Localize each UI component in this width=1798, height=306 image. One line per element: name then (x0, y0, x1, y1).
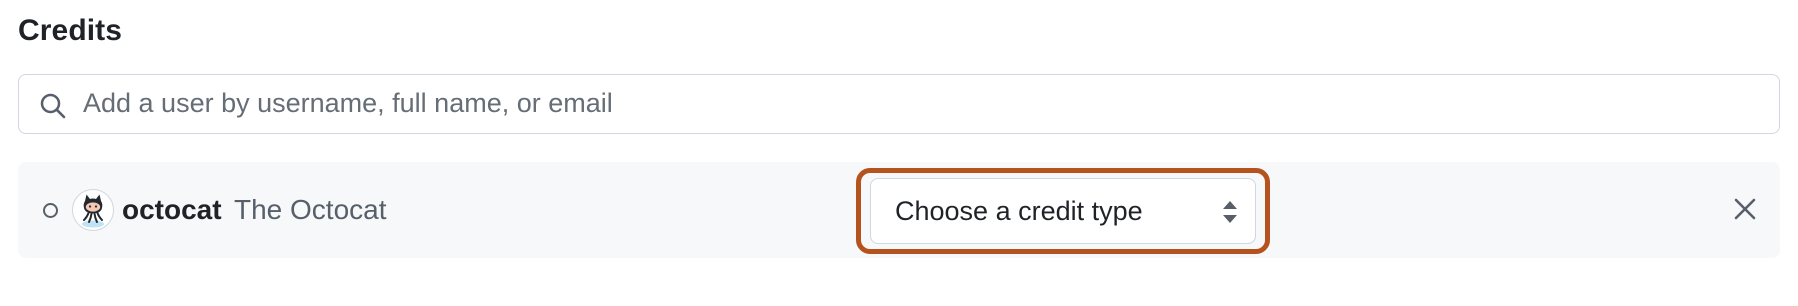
user-search-box[interactable] (18, 74, 1780, 134)
section-title: Credits (18, 14, 123, 47)
circle-outline-icon (43, 203, 58, 218)
credit-username[interactable]: octocat (122, 194, 222, 226)
user-search-input[interactable] (83, 75, 1763, 132)
octocat-avatar[interactable] (72, 189, 114, 231)
credit-type-select[interactable]: Choose a credit type (870, 178, 1256, 244)
select-arrows-icon (1221, 199, 1239, 225)
credit-list-item: octocat The Octocat Choose a credit type (18, 162, 1780, 258)
search-icon (39, 92, 67, 120)
credit-full-name: The Octocat (234, 194, 387, 225)
remove-credit-button[interactable] (1728, 192, 1762, 226)
credit-type-selected-value: Choose a credit type (895, 196, 1143, 226)
